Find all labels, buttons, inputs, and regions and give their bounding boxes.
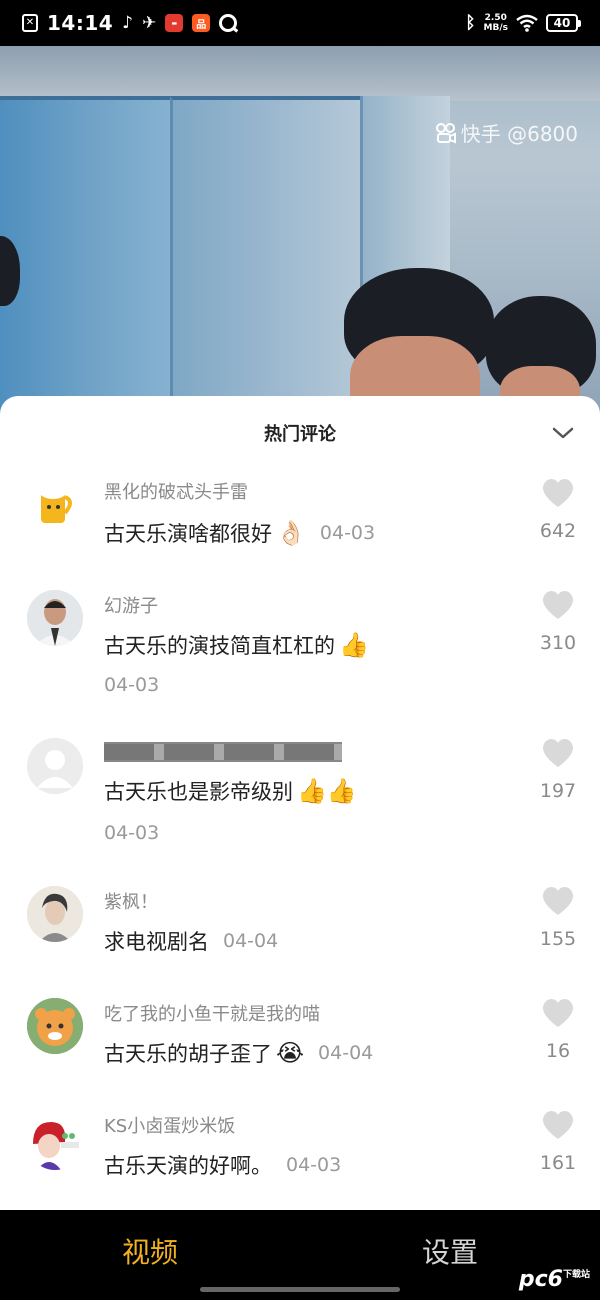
avatar[interactable] [27, 738, 83, 794]
comment-date: 04-04 [223, 930, 279, 952]
like-button[interactable]: 161 [538, 1110, 578, 1174]
comment-username[interactable]: 黑化的破忒头手雷 [104, 478, 248, 504]
wifi-icon [516, 14, 538, 32]
like-count: 161 [539, 1152, 577, 1174]
comments-header: 热门评论 [0, 396, 600, 470]
beer-mug-icon [39, 483, 72, 523]
comment-item: 紫枫！ 求电视剧名 04-04 155 [0, 886, 600, 976]
like-count: 16 [545, 1040, 571, 1062]
like-count: 197 [539, 780, 577, 802]
status-bar: ✕ 14:14 ♪ ✈ ▬ 品 ᛒ 2.50 MB/s 40 [0, 0, 600, 46]
comment-text: 求电视剧名 04-04 [104, 930, 279, 954]
comment-item: 黑化的破忒头手雷 古天乐演啥都很好 👌🏻 04-03 642 [0, 476, 600, 576]
comment-text: 古天乐也是影帝级别 👍👍 [104, 777, 357, 805]
heart-icon [543, 999, 573, 1027]
network-speed: 2.50 MB/s [483, 13, 508, 33]
comment-username[interactable]: 紫枫！ [104, 888, 158, 914]
kuaishou-watermark: 快手 @6800 [435, 118, 578, 147]
avatar[interactable] [27, 998, 83, 1054]
plane-icon: ✈ [142, 13, 157, 33]
comment-text: 古天乐的演技简直杠杠的 👍 [104, 631, 369, 659]
heart-icon [543, 479, 573, 507]
status-time: 14:14 [47, 11, 114, 35]
chevron-down-icon [552, 427, 574, 439]
collapse-button[interactable] [550, 420, 576, 446]
heart-icon [543, 1111, 573, 1139]
comment-username-redacted[interactable] [104, 742, 342, 762]
kuaishou-logo-icon [435, 122, 456, 143]
site-logo: pc6下载站 [518, 1267, 590, 1292]
avatar[interactable] [27, 1114, 83, 1170]
comment-item: 幻游子 古天乐的演技简直杠杠的 👍 04-03 310 [0, 590, 600, 710]
heart-icon [543, 887, 573, 915]
like-button[interactable]: 197 [538, 738, 578, 802]
thumbs-up-emoji-icon: 👍👍 [297, 777, 357, 805]
heart-icon [543, 739, 573, 767]
comment-item: 吃了我的小鱼干就是我的喵 古天乐的胡子歪了 😭 04-04 16 [0, 998, 600, 1088]
bluetooth-icon: ᛒ [465, 13, 476, 33]
app-notification-icon-2: 品 [192, 14, 211, 32]
like-button[interactable]: 16 [538, 998, 578, 1062]
comment-text: 古天乐的胡子歪了 😭 04-04 [104, 1039, 374, 1067]
comment-username[interactable]: KS小卤蛋炒米饭 [104, 1112, 235, 1138]
comment-date: 04-03 [319, 522, 376, 544]
crying-face-emoji-icon: 😭 [276, 1039, 305, 1067]
comment-item: KS小卤蛋炒米饭 古乐天演的好啊。 04-03 161 [0, 1110, 600, 1200]
like-button[interactable]: 642 [538, 478, 578, 542]
user-photo-icon [27, 590, 83, 646]
comment-username[interactable]: 幻游子 [104, 592, 158, 618]
tiger-avatar-icon [27, 998, 83, 1054]
bottom-nav: 视频 设置 pc6下载站 [0, 1210, 600, 1300]
comment-username[interactable]: 吃了我的小鱼干就是我的喵 [104, 1000, 320, 1026]
avatar[interactable] [27, 886, 83, 942]
avatar[interactable] [27, 590, 83, 646]
tiktok-icon: ♪ [122, 13, 134, 33]
comment-date: 04-03 [104, 822, 160, 844]
cartoon-avatar-icon [27, 1114, 83, 1170]
search-app-icon [219, 14, 238, 32]
like-button[interactable]: 155 [538, 886, 578, 950]
like-count: 310 [539, 632, 577, 654]
comment-date: 04-04 [318, 1042, 374, 1064]
comment-item: 古天乐也是影帝级别 👍👍 04-03 197 [0, 738, 600, 858]
avatar[interactable] [27, 476, 83, 532]
default-avatar-icon [27, 738, 83, 794]
comment-date: 04-03 [104, 674, 160, 696]
app-notification-icon: ▬ [165, 14, 184, 32]
home-indicator[interactable] [200, 1287, 400, 1292]
heart-icon [543, 591, 573, 619]
comment-text: 古乐天演的好啊。 04-03 [104, 1154, 342, 1178]
video-player[interactable]: 快手 @6800 [0, 46, 600, 416]
sim-icon: ✕ [22, 14, 38, 32]
like-count: 155 [539, 928, 577, 950]
battery-icon: 40 [546, 14, 581, 32]
like-button[interactable]: 310 [538, 590, 578, 654]
comments-panel: 热门评论 黑化的破忒头手雷 古天乐演啥都很好 👌🏻 04-03 642 幻游子 … [0, 396, 600, 1210]
comments-title: 热门评论 [264, 424, 336, 445]
thumbs-up-emoji-icon: 👍 [339, 631, 369, 659]
ok-hand-emoji-icon: 👌🏻 [276, 519, 306, 547]
like-count: 642 [539, 520, 577, 542]
comment-text: 古天乐演啥都很好 👌🏻 04-03 [104, 519, 376, 547]
comment-date: 04-03 [286, 1154, 342, 1176]
user-photo-icon [27, 886, 83, 942]
